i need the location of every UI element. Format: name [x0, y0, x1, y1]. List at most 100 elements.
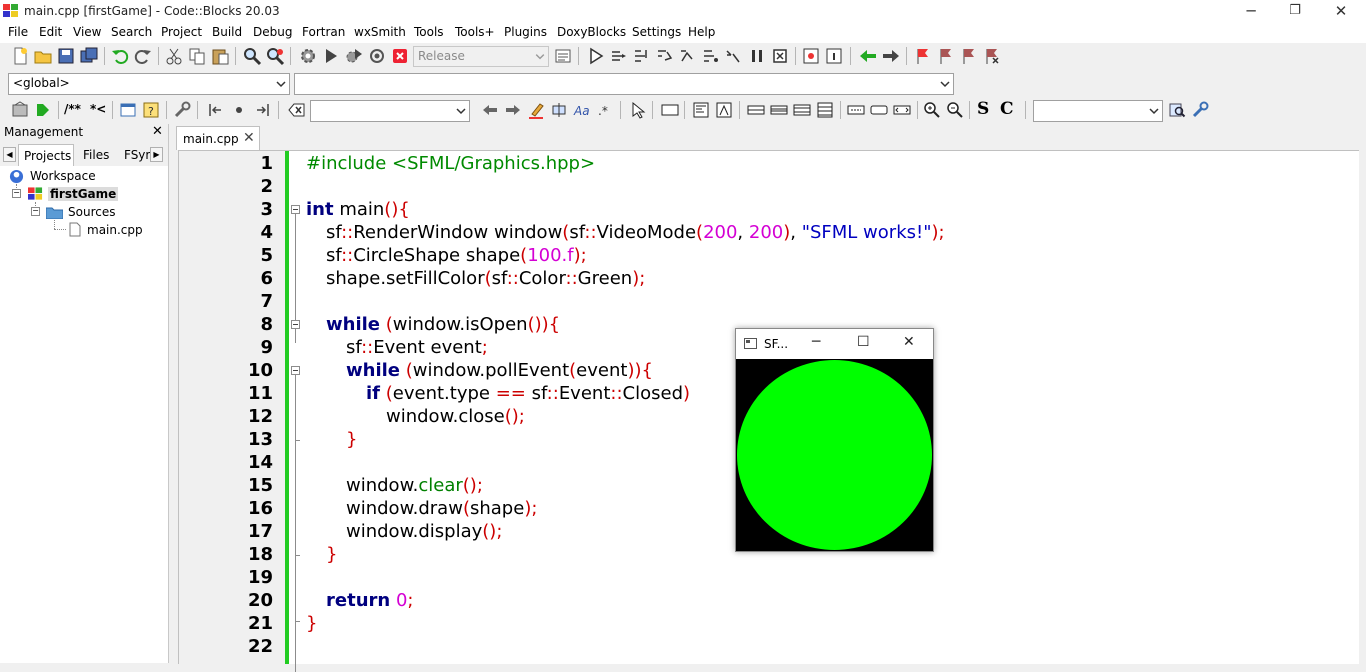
paste-icon[interactable]: [210, 46, 230, 66]
rebuild-icon[interactable]: [367, 46, 387, 66]
doxyblocks-extract-icon[interactable]: [33, 100, 53, 120]
symbol-search-select[interactable]: [1033, 100, 1163, 122]
menu-build[interactable]: Build: [212, 25, 242, 39]
wx-boxsizer-h-icon[interactable]: [746, 100, 766, 120]
next-occurrence-icon[interactable]: [252, 100, 272, 120]
jump-back-icon[interactable]: [858, 46, 878, 66]
clear-bookmarks-icon[interactable]: [981, 46, 1001, 66]
symbol-settings-wrench-icon[interactable]: [1190, 100, 1210, 120]
debug-run-icon[interactable]: [586, 46, 606, 66]
doxyblocks-run-html-icon[interactable]: [118, 100, 138, 120]
wx-sizer-border-icon[interactable]: [892, 100, 912, 120]
fold-marker[interactable]: [291, 205, 300, 214]
menu-edit[interactable]: Edit: [39, 25, 62, 39]
close-tab-button[interactable]: ✕: [243, 130, 255, 146]
search-previous-arrow-icon[interactable]: [480, 100, 500, 120]
sfml-minimize-button[interactable]: ─: [812, 334, 820, 350]
pointer-icon[interactable]: [628, 100, 648, 120]
search-next-arrow-icon[interactable]: [503, 100, 523, 120]
wx-staticbox-icon[interactable]: [869, 100, 889, 120]
wx-close-preview-button[interactable]: C: [1000, 99, 1020, 119]
menu-view[interactable]: View: [73, 25, 101, 39]
doxy-block-comment-button[interactable]: /**: [64, 102, 90, 122]
menu-fortran[interactable]: Fortran: [302, 25, 345, 39]
menu-doxyblocks[interactable]: DoxyBlocks: [557, 25, 626, 39]
build-options-icon[interactable]: [553, 46, 573, 66]
cut-icon[interactable]: [164, 46, 184, 66]
new-file-icon[interactable]: [10, 46, 30, 66]
menu-search[interactable]: Search: [111, 25, 152, 39]
debug-windows-icon[interactable]: [801, 46, 821, 66]
doxyblocks-wizard-icon[interactable]: [10, 100, 30, 120]
close-management-button[interactable]: ✕: [152, 124, 163, 139]
build-and-run-icon[interactable]: [344, 46, 364, 66]
replace-icon[interactable]: [265, 46, 285, 66]
regex-icon[interactable]: .*: [595, 100, 615, 120]
highlight-pen-icon[interactable]: [526, 100, 546, 120]
tree-item-main-cpp[interactable]: main.cpp: [87, 223, 143, 237]
match-case-icon[interactable]: Aa: [572, 100, 592, 120]
tab-projects[interactable]: Projects: [18, 144, 74, 166]
open-file-icon[interactable]: [33, 46, 53, 66]
tab-scroll-right-icon[interactable]: ▶: [150, 147, 163, 162]
wx-show-preview-button[interactable]: S: [977, 99, 997, 119]
tree-item-workspace[interactable]: Workspace: [30, 169, 96, 183]
function-select[interactable]: [294, 73, 954, 95]
find-icon[interactable]: [242, 46, 262, 66]
run-icon[interactable]: [321, 46, 341, 66]
wrench-config-icon[interactable]: [172, 100, 192, 120]
tab-scroll-left-icon[interactable]: ◀: [3, 147, 16, 162]
close-window-button[interactable]: ✕: [1318, 0, 1364, 22]
doxy-line-comment-button[interactable]: *<: [90, 102, 110, 122]
tab-files[interactable]: Files: [78, 146, 120, 165]
tree-collapse-toggle[interactable]: −: [31, 207, 40, 216]
next-bookmark-icon[interactable]: [958, 46, 978, 66]
wx-boxsizer-v-icon[interactable]: [769, 100, 789, 120]
pause-icon[interactable]: [747, 46, 767, 66]
fold-marker[interactable]: [291, 366, 300, 375]
build-target-select[interactable]: Release: [413, 46, 549, 67]
menu-wxsmith[interactable]: wxSmith: [354, 25, 406, 39]
tree-collapse-toggle[interactable]: −: [12, 189, 21, 198]
toggle-bookmark-icon[interactable]: [912, 46, 932, 66]
next-line-icon[interactable]: [632, 46, 652, 66]
step-into-icon[interactable]: [655, 46, 675, 66]
occurrence-dot-icon[interactable]: [229, 100, 249, 120]
menu-tools-plus[interactable]: Tools+: [455, 25, 495, 39]
restore-window-button[interactable]: ❐: [1272, 0, 1318, 22]
sfml-close-button[interactable]: ✕: [903, 334, 915, 350]
redo-icon[interactable]: [133, 46, 153, 66]
menu-help[interactable]: Help: [688, 25, 715, 39]
sfml-window[interactable]: SF... ─ ☐ ✕: [735, 328, 934, 552]
tree-item-project[interactable]: firstGame: [48, 187, 119, 201]
zoom-in-icon[interactable]: [922, 100, 942, 120]
tree-item-sources[interactable]: Sources: [68, 205, 115, 219]
selected-text-only-icon[interactable]: [549, 100, 569, 120]
menu-settings[interactable]: Settings: [632, 25, 681, 39]
run-to-cursor-icon[interactable]: [609, 46, 629, 66]
sfml-maximize-button[interactable]: ☐: [857, 334, 870, 350]
previous-bookmark-icon[interactable]: [935, 46, 955, 66]
scope-select[interactable]: <global>: [8, 73, 290, 95]
wx-spacer-icon[interactable]: [846, 100, 866, 120]
save-icon[interactable]: [56, 46, 76, 66]
incremental-search-input[interactable]: [310, 100, 470, 122]
menu-tools[interactable]: Tools: [414, 25, 444, 39]
menu-plugins[interactable]: Plugins: [504, 25, 547, 39]
menu-project[interactable]: Project: [161, 25, 202, 39]
sfml-title-bar[interactable]: SF... ─ ☐ ✕: [736, 329, 933, 359]
wx-flexgrid-icon[interactable]: [815, 100, 835, 120]
wx-frame-icon[interactable]: [660, 100, 680, 120]
debug-info-icon[interactable]: [824, 46, 844, 66]
previous-occurrence-icon[interactable]: [206, 100, 226, 120]
wx-panel-icon[interactable]: [714, 100, 734, 120]
build-gear-icon[interactable]: [298, 46, 318, 66]
stop-debugger-icon[interactable]: [770, 46, 790, 66]
doxyblocks-chm-icon[interactable]: ?: [141, 100, 161, 120]
undo-icon[interactable]: [110, 46, 130, 66]
fold-marker[interactable]: [291, 320, 300, 329]
next-instruction-icon[interactable]: [701, 46, 721, 66]
save-all-icon[interactable]: [79, 46, 99, 66]
menu-debug[interactable]: Debug: [253, 25, 292, 39]
symbol-search-icon[interactable]: [1167, 100, 1187, 120]
